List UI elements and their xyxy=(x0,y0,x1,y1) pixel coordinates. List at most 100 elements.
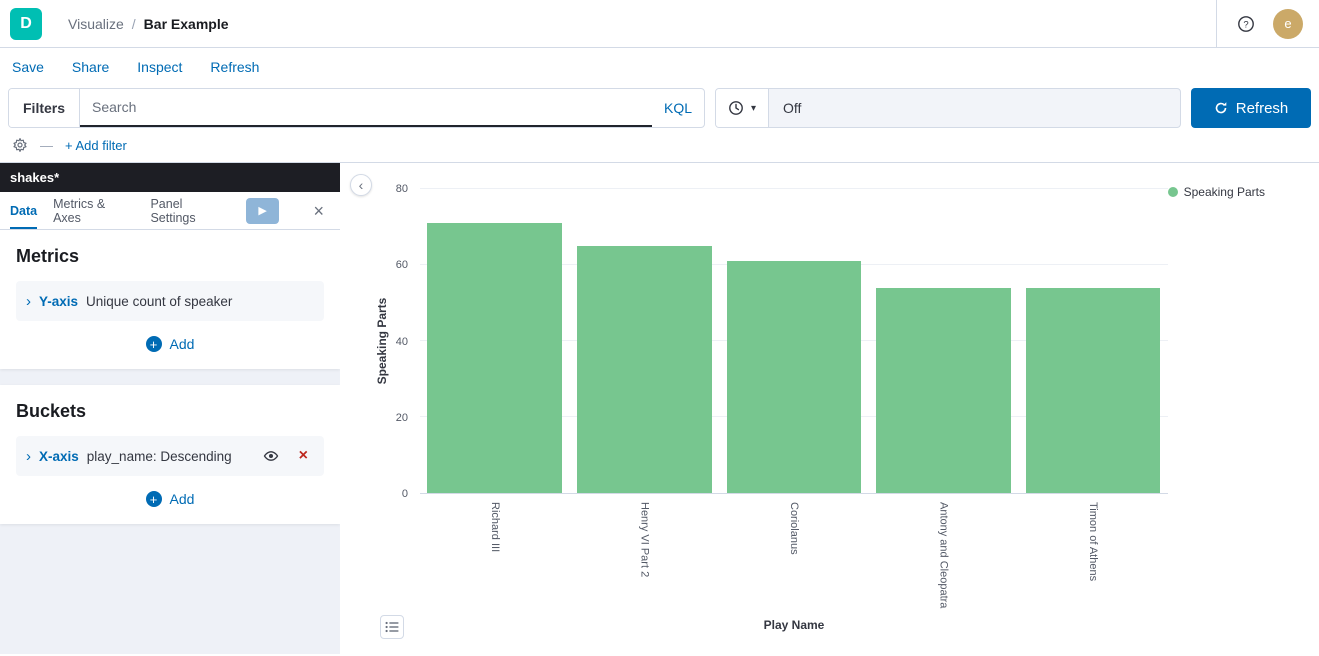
x-tick-label: Coriolanus xyxy=(788,502,800,555)
x-tick-label: Henry VI Part 2 xyxy=(638,502,650,577)
time-picker-group: ▾ Off xyxy=(715,88,1181,128)
x-tick-labels: Richard III Henry VI Part 2 Coriolanus Anto… xyxy=(420,502,1168,608)
add-filter-link[interactable]: + Add filter xyxy=(65,138,127,153)
bar-band xyxy=(420,189,570,493)
search-input-wrap xyxy=(80,89,652,127)
bucket-description: play_name: Descending xyxy=(87,449,232,464)
tab-metrics-axes[interactable]: Metrics & Axes xyxy=(53,192,134,229)
main-area: shakes* Data Metrics & Axes Panel Settin… xyxy=(0,163,1319,654)
list-icon xyxy=(385,621,399,633)
refresh-interval-value[interactable]: Off xyxy=(769,89,815,127)
bucket-row-actions: × xyxy=(263,447,314,465)
bar-band xyxy=(570,189,720,493)
legend-label: Speaking Parts xyxy=(1184,185,1265,199)
x-tick-cell: Coriolanus xyxy=(719,502,869,608)
filter-divider-dash: — xyxy=(40,138,53,153)
refresh-menu-button[interactable]: Refresh xyxy=(210,59,259,75)
clock-icon xyxy=(728,100,744,116)
chevron-right-icon: › xyxy=(26,293,31,310)
apply-changes-button[interactable]: ▶ xyxy=(246,198,280,224)
y-tick-label: 20 xyxy=(396,412,408,424)
buckets-heading: Buckets xyxy=(16,401,324,422)
close-icon[interactable]: × xyxy=(307,201,330,221)
add-bucket-button[interactable]: + Add xyxy=(16,490,324,508)
bar-band xyxy=(1018,189,1168,493)
x-tick-label: Timon of Athens xyxy=(1087,502,1099,581)
chevron-down-icon: ▾ xyxy=(751,103,756,114)
kql-toggle[interactable]: KQL xyxy=(652,89,704,127)
bar-2[interactable] xyxy=(727,261,862,493)
bar-0[interactable] xyxy=(427,223,562,493)
help-icon[interactable]: ? xyxy=(1237,15,1255,33)
search-input[interactable] xyxy=(80,99,652,115)
legend-swatch xyxy=(1168,187,1178,197)
tab-panel-settings[interactable]: Panel Settings xyxy=(150,192,229,229)
bar-band xyxy=(869,189,1019,493)
filters-button[interactable]: Filters xyxy=(9,89,80,127)
metrics-card: Metrics › Y-axis Unique count of speaker… xyxy=(0,230,340,369)
sidebar-body: Metrics › Y-axis Unique count of speaker… xyxy=(0,230,340,654)
breadcrumb-separator: / xyxy=(132,16,136,32)
chart-pane: ‹ Speaking Parts Speaking Parts 02040608… xyxy=(340,163,1319,654)
x-tick-label: Antony and Cleopatra xyxy=(938,502,950,608)
chevron-right-icon: › xyxy=(26,448,31,465)
metrics-heading: Metrics xyxy=(16,246,324,267)
refresh-icon xyxy=(1214,101,1228,115)
add-filter-row: — + Add filter xyxy=(8,128,1311,162)
chart-legend[interactable]: Speaking Parts xyxy=(1168,185,1265,199)
y-tick-label: 80 xyxy=(396,183,408,195)
avatar[interactable]: e xyxy=(1273,9,1303,39)
vis-editor-sidebar: shakes* Data Metrics & Axes Panel Settin… xyxy=(0,163,340,654)
plus-icon: + xyxy=(146,491,162,507)
y-tick-labels: 020406080 xyxy=(376,189,412,494)
y-tick-label: 40 xyxy=(396,336,408,348)
add-metric-label: Add xyxy=(170,336,195,352)
svg-text:?: ? xyxy=(1243,19,1248,30)
menu-bar: Save Share Inspect Refresh xyxy=(0,48,1319,86)
y-tick-label: 0 xyxy=(402,488,408,500)
legend-toggle-button[interactable] xyxy=(380,615,404,639)
topbar-right-section: ? e xyxy=(1216,0,1309,48)
metric-row-y-axis[interactable]: › Y-axis Unique count of speaker xyxy=(16,281,324,321)
bucket-prefix: X-axis xyxy=(39,449,79,464)
bar-band xyxy=(719,189,869,493)
breadcrumb: Visualize / Bar Example xyxy=(68,16,229,32)
x-axis-title: Play Name xyxy=(420,618,1168,632)
buckets-card: Buckets › X-axis play_name: Descending ×… xyxy=(0,385,340,524)
eye-toggle-icon[interactable] xyxy=(263,448,279,464)
search-bar-row: Filters KQL ▾ Off Refresh xyxy=(8,88,1311,128)
bucket-row-x-axis[interactable]: › X-axis play_name: Descending × xyxy=(16,436,324,476)
breadcrumb-page-title: Bar Example xyxy=(144,16,229,32)
remove-bucket-icon[interactable]: × xyxy=(293,447,314,465)
refresh-button[interactable]: Refresh xyxy=(1191,88,1311,128)
search-group: Filters KQL xyxy=(8,88,705,128)
bars xyxy=(420,189,1168,493)
share-button[interactable]: Share xyxy=(72,59,109,75)
add-metric-button[interactable]: + Add xyxy=(16,335,324,353)
inspect-button[interactable]: Inspect xyxy=(137,59,182,75)
top-bar: D Visualize / Bar Example ? e xyxy=(0,0,1319,48)
metric-description: Unique count of speaker xyxy=(86,294,232,309)
filter-section: Filters KQL ▾ Off Refresh — + xyxy=(0,86,1319,163)
bar-1[interactable] xyxy=(577,246,712,493)
y-tick-label: 60 xyxy=(396,259,408,271)
plus-icon: + xyxy=(146,336,162,352)
collapse-sidebar-button[interactable]: ‹ xyxy=(350,174,372,196)
x-tick-label: Richard III xyxy=(489,502,501,552)
metric-prefix: Y-axis xyxy=(39,294,78,309)
bar-4[interactable] xyxy=(1026,288,1161,493)
refresh-interval-button[interactable]: ▾ xyxy=(716,89,769,127)
save-button[interactable]: Save xyxy=(12,59,44,75)
x-tick-cell: Richard III xyxy=(420,502,570,608)
breadcrumb-section[interactable]: Visualize xyxy=(68,16,124,32)
app-logo[interactable]: D xyxy=(10,8,42,40)
add-bucket-label: Add xyxy=(170,491,195,507)
gear-icon[interactable] xyxy=(12,137,28,153)
play-icon: ▶ xyxy=(258,204,266,217)
x-tick-cell: Antony and Cleopatra xyxy=(869,502,1019,608)
x-tick-cell: Henry VI Part 2 xyxy=(570,502,720,608)
bar-3[interactable] xyxy=(876,288,1011,493)
plot-area xyxy=(420,189,1168,494)
tab-data[interactable]: Data xyxy=(10,192,37,229)
refresh-button-label: Refresh xyxy=(1236,100,1289,117)
